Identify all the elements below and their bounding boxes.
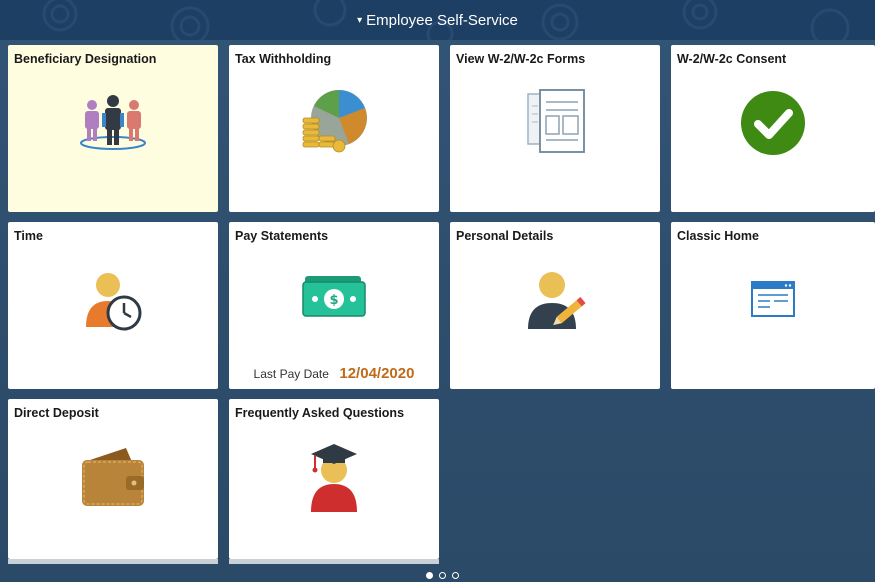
tile-shadow	[229, 559, 439, 564]
tile-title: View W-2/W-2c Forms	[456, 52, 586, 66]
tile-faq[interactable]: Frequently Asked Questions	[229, 399, 439, 559]
page-header: ▾ Employee Self-Service	[0, 0, 875, 40]
tile-title: W-2/W-2c Consent	[677, 52, 787, 66]
tile-title: Frequently Asked Questions	[235, 406, 405, 420]
tile-pay-statements[interactable]: Pay Statements $ Last Pay Date 12/04/202…	[229, 222, 439, 389]
tile-personal-details[interactable]: Personal Details	[450, 222, 660, 389]
svg-text:$: $	[329, 293, 338, 308]
tile-title: Pay Statements	[235, 229, 329, 243]
wallet-icon	[8, 437, 218, 517]
tile-title: Tax Withholding	[235, 52, 332, 66]
tile-title: Classic Home	[677, 229, 759, 243]
page-title[interactable]: ▾ Employee Self-Service	[0, 0, 875, 40]
tile-direct-deposit[interactable]: Direct Deposit	[8, 399, 218, 559]
person-pencil-icon	[450, 260, 660, 340]
page-indicator	[426, 572, 459, 579]
graduate-icon	[229, 437, 439, 517]
tile-title: Beneficiary Designation	[14, 52, 157, 66]
tile-view-w2-forms[interactable]: View W-2/W-2c Forms	[450, 45, 660, 212]
person-clock-icon	[8, 260, 218, 340]
browser-window-icon	[671, 260, 875, 340]
last-pay-date-label: Last Pay Date	[253, 366, 329, 381]
tile-time[interactable]: Time	[8, 222, 218, 389]
last-pay-date-value: 12/04/2020	[339, 365, 415, 383]
tile-title: Time	[14, 229, 43, 243]
tile-title: Personal Details	[456, 229, 554, 243]
caret-down-icon: ▾	[357, 14, 363, 26]
page-dot-1[interactable]	[426, 572, 433, 579]
page-dot-3[interactable]	[452, 572, 459, 579]
tile-tax-withholding[interactable]: Tax Withholding	[229, 45, 439, 212]
tile-shadow	[8, 559, 218, 564]
page-dot-2[interactable]	[439, 572, 446, 579]
last-pay-date: Last Pay Date 12/04/2020	[229, 365, 439, 383]
checkmark-circle-icon	[671, 83, 875, 163]
tile-w2-consent[interactable]: W-2/W-2c Consent	[671, 45, 875, 212]
tile-title: Direct Deposit	[14, 406, 99, 420]
page-title-label: Employee Self-Service	[366, 11, 518, 29]
cash-bills-icon: $	[229, 262, 439, 332]
tile-classic-home[interactable]: Classic Home	[671, 222, 875, 389]
pie-chart-coins-icon	[229, 83, 439, 163]
people-group-icon	[8, 83, 218, 163]
documents-icon	[450, 83, 660, 163]
tile-beneficiary-designation[interactable]: Beneficiary Designation	[8, 45, 218, 212]
